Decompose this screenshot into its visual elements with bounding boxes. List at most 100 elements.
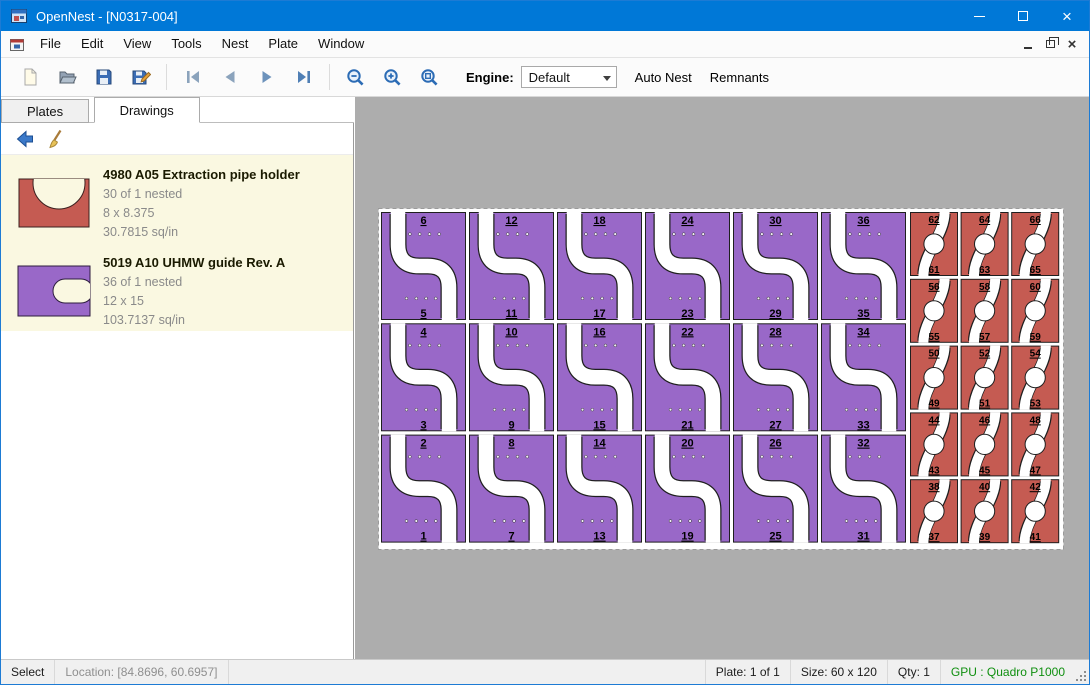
part-thumbnail-purple [11, 257, 103, 323]
send-drawing-button[interactable] [9, 125, 41, 153]
nav-next-icon [257, 67, 277, 87]
nav-first-button[interactable] [174, 61, 211, 93]
tab-drawings[interactable]: Drawings [94, 97, 200, 123]
drawings-list: 4980 A05 Extraction pipe holder 30 of 1 … [1, 155, 353, 331]
svg-text:47: 47 [1030, 465, 1042, 476]
document-icon[interactable] [9, 36, 26, 53]
nest-cell[interactable]: 4241 [1012, 479, 1059, 543]
svg-text:59: 59 [1030, 332, 1042, 343]
menu-item-file[interactable]: File [30, 31, 71, 57]
mdi-minimize-button[interactable] [1017, 34, 1039, 54]
nest-cell[interactable]: 3837 [911, 479, 958, 543]
nav-last-button[interactable] [285, 61, 322, 93]
nest-cell[interactable]: 21 [382, 435, 466, 543]
drawing-size: 12 x 15 [103, 292, 285, 311]
svg-text:39: 39 [979, 532, 991, 543]
window-title: OpenNest - [N0317-004] [36, 9, 178, 24]
nest-cell[interactable]: 2625 [734, 435, 818, 543]
nest-cell[interactable]: 2019 [646, 435, 730, 543]
svg-text:30: 30 [769, 215, 781, 227]
nest-cell[interactable]: 1817 [558, 212, 642, 320]
drawing-nested-count: 30 of 1 nested [103, 185, 300, 204]
tab-plates[interactable]: Plates [1, 99, 89, 123]
nest-cell[interactable]: 3433 [822, 323, 906, 431]
open-button[interactable] [48, 61, 85, 93]
mdi-restore-button[interactable] [1039, 34, 1061, 54]
nest-canvas[interactable]: 6512111817242330293635431091615222128273… [355, 97, 1089, 659]
nest-cell[interactable]: 1413 [558, 435, 642, 543]
nest-cell[interactable]: 6665 [1012, 212, 1059, 276]
menu-item-window[interactable]: Window [308, 31, 374, 57]
remnants-button[interactable]: Remnants [710, 70, 769, 85]
save-as-icon [131, 67, 151, 87]
nest-cell[interactable]: 4039 [961, 479, 1008, 543]
nest-cell[interactable]: 3231 [822, 435, 906, 543]
nest-cell[interactable]: 5049 [911, 346, 958, 410]
maximize-button[interactable] [1001, 1, 1045, 31]
nest-cell[interactable]: 65 [382, 212, 466, 320]
nav-last-icon [294, 67, 314, 87]
svg-text:25: 25 [769, 531, 781, 543]
nest-cell[interactable]: 6463 [961, 212, 1008, 276]
nest-cell[interactable]: 4645 [961, 412, 1008, 476]
drawing-area: 103.7137 sq/in [103, 311, 285, 330]
nest-cell[interactable]: 87 [470, 435, 554, 543]
zoom-fit-button[interactable] [411, 61, 448, 93]
minimize-button[interactable] [957, 1, 1001, 31]
save-as-button[interactable] [122, 61, 159, 93]
zoom-in-button[interactable] [374, 61, 411, 93]
svg-text:23: 23 [681, 308, 693, 320]
nest-plate[interactable]: 6512111817242330293635431091615222128273… [378, 208, 1064, 550]
save-button[interactable] [85, 61, 122, 93]
nest-cell[interactable]: 3635 [822, 212, 906, 320]
nest-cell[interactable]: 1211 [470, 212, 554, 320]
new-button[interactable] [11, 61, 48, 93]
svg-text:32: 32 [857, 438, 869, 450]
svg-text:41: 41 [1030, 532, 1042, 543]
title-bar: OpenNest - [N0317-004] × [1, 1, 1089, 31]
nav-prev-button[interactable] [211, 61, 248, 93]
menu-item-plate[interactable]: Plate [258, 31, 308, 57]
nest-cell[interactable]: 43 [382, 323, 466, 431]
menu-item-view[interactable]: View [113, 31, 161, 57]
zoom-out-button[interactable] [337, 61, 374, 93]
svg-text:63: 63 [979, 265, 991, 276]
resize-grip[interactable] [1075, 660, 1089, 684]
clean-button[interactable] [41, 125, 73, 153]
svg-text:4: 4 [420, 326, 427, 338]
status-size: Size: 60 x 120 [790, 660, 887, 684]
nest-cell[interactable]: 2827 [734, 323, 818, 431]
engine-select[interactable]: Default [521, 66, 617, 88]
close-button[interactable]: × [1045, 1, 1089, 31]
nest-cell[interactable]: 4443 [911, 412, 958, 476]
menu-item-edit[interactable]: Edit [71, 31, 113, 57]
menu-item-tools[interactable]: Tools [161, 31, 211, 57]
svg-text:18: 18 [593, 215, 605, 227]
auto-nest-button[interactable]: Auto Nest [635, 70, 692, 85]
nest-cell[interactable]: 5857 [961, 279, 1008, 343]
menu-item-nest[interactable]: Nest [212, 31, 259, 57]
nest-cell[interactable]: 5655 [911, 279, 958, 343]
nav-next-button[interactable] [248, 61, 285, 93]
nest-cell[interactable]: 6059 [1012, 279, 1059, 343]
svg-text:10: 10 [505, 326, 517, 338]
nest-cell[interactable]: 6261 [911, 212, 958, 276]
nest-cell[interactable]: 3029 [734, 212, 818, 320]
toolbar: Engine: Default Auto Nest Remnants [1, 58, 1089, 97]
engine-value: Default [529, 70, 570, 85]
nest-cell[interactable]: 1615 [558, 323, 642, 431]
svg-text:22: 22 [681, 326, 693, 338]
mdi-close-button[interactable]: × [1061, 34, 1083, 54]
list-item-drawing[interactable]: 5019 A10 UHMW guide Rev. A 36 of 1 neste… [1, 243, 353, 331]
nest-cell[interactable]: 5251 [961, 346, 1008, 410]
list-item-drawing[interactable]: 4980 A05 Extraction pipe holder 30 of 1 … [1, 155, 353, 243]
status-right-group: Plate: 1 of 1 Size: 60 x 120 Qty: 1 GPU … [705, 660, 1089, 684]
nest-cell[interactable]: 5453 [1012, 346, 1059, 410]
svg-text:46: 46 [979, 415, 991, 426]
nest-cell[interactable]: 2423 [646, 212, 730, 320]
nav-first-icon [183, 67, 203, 87]
nest-cell[interactable]: 4847 [1012, 412, 1059, 476]
nest-cell[interactable]: 109 [470, 323, 554, 431]
svg-text:2: 2 [420, 438, 426, 450]
nest-cell[interactable]: 2221 [646, 323, 730, 431]
